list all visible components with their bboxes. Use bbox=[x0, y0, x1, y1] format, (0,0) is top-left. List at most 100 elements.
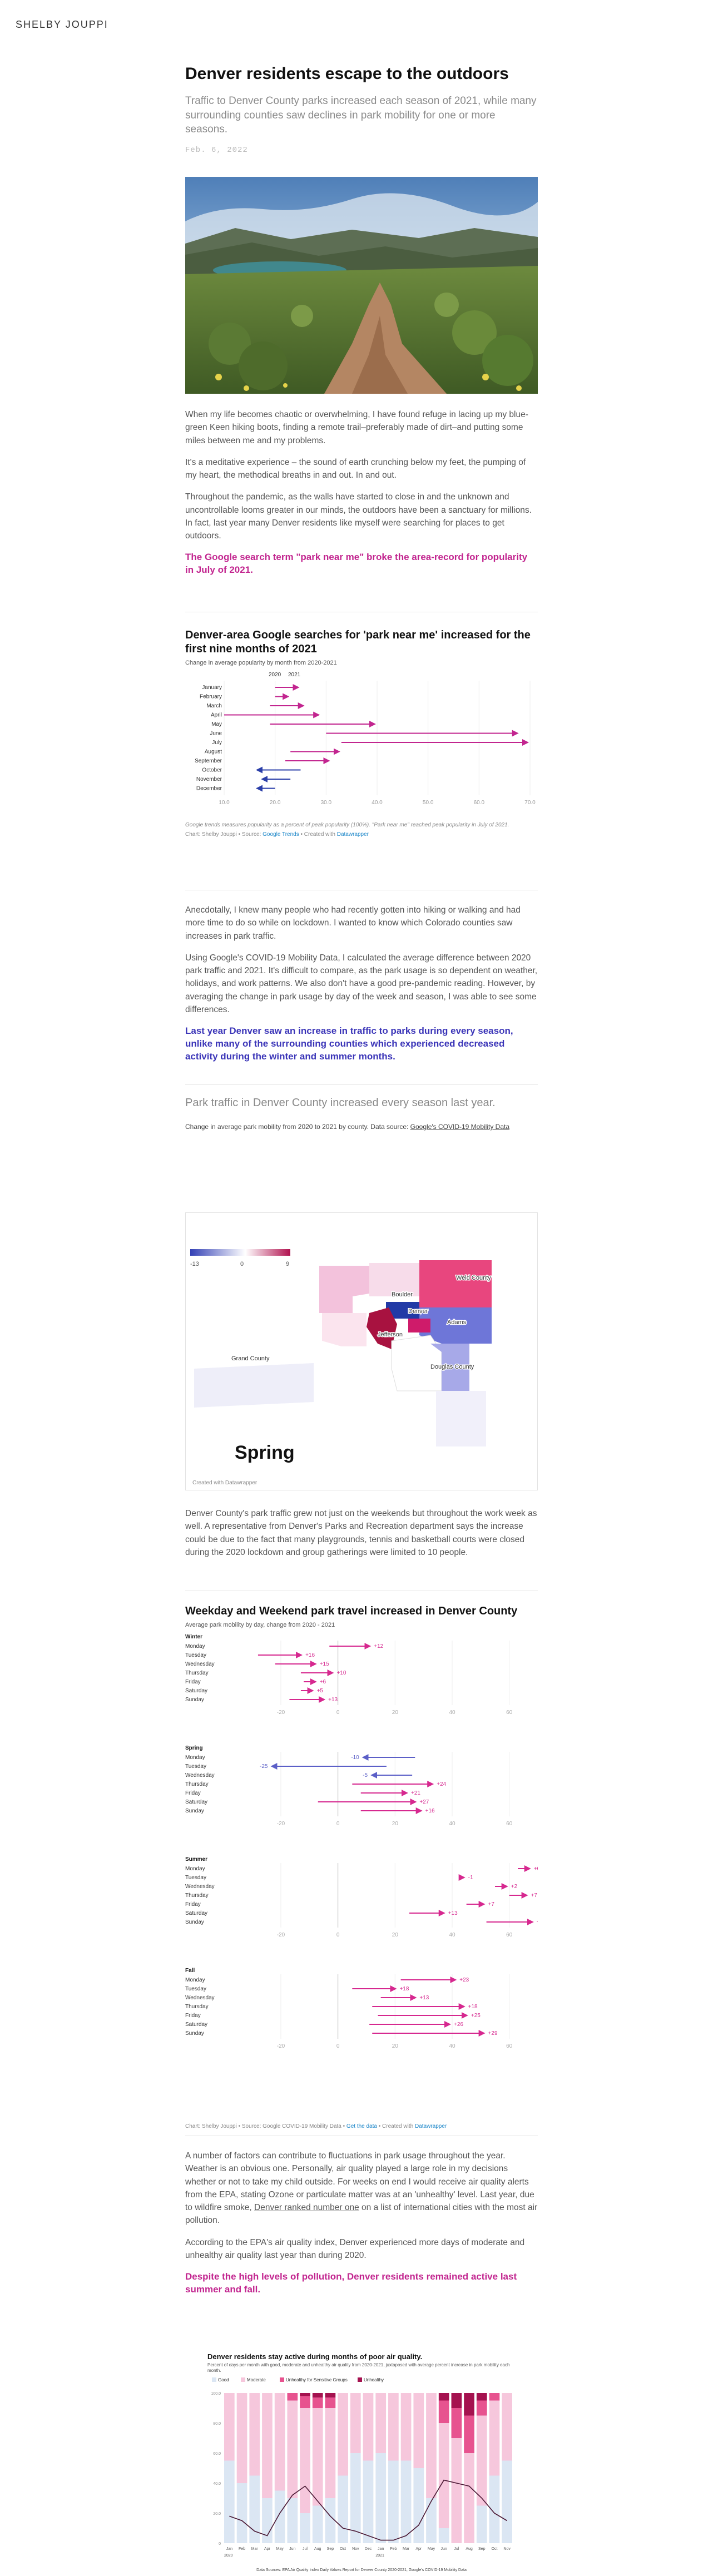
day-label: Saturday bbox=[185, 1910, 207, 1916]
month-label: Dec bbox=[365, 2547, 372, 2551]
month-label: Sep bbox=[327, 2547, 334, 2551]
google-trends-link[interactable]: Google Trends bbox=[263, 831, 299, 838]
datawrapper-link[interactable]: Datawrapper bbox=[337, 831, 369, 838]
body-paragraph: Anecdotally, I knew many people who had … bbox=[185, 905, 521, 941]
bar-segment bbox=[438, 2528, 449, 2543]
value-label: +13 bbox=[419, 1995, 429, 2001]
bar-segment bbox=[287, 2400, 298, 2498]
bar-segment bbox=[426, 2392, 437, 2498]
map-legend-tick: -13 bbox=[190, 1261, 199, 1267]
day-label: Tuesday bbox=[185, 1763, 206, 1770]
county-denver[interactable] bbox=[408, 1319, 430, 1332]
bar-segment bbox=[325, 2498, 336, 2543]
day-label: Tuesday bbox=[185, 1875, 206, 1881]
value-label: +23 bbox=[459, 1977, 469, 1983]
x-tick-label: 20 bbox=[392, 1821, 399, 1827]
trail-landscape-image bbox=[185, 176, 538, 394]
x-tick-label: 40.0 bbox=[372, 800, 383, 806]
x-tick-label: 40 bbox=[449, 2043, 455, 2049]
bar-segment bbox=[350, 2453, 361, 2543]
day-label: Sunday bbox=[185, 1808, 204, 1814]
bar-segment bbox=[502, 2392, 512, 2461]
stacked-bar-line-chart: Good Moderate Unhealthy for Sensitive Grou… bbox=[211, 2377, 512, 2558]
county-shape[interactable] bbox=[436, 1391, 486, 1446]
bar-segment bbox=[489, 2392, 500, 2401]
map-label: Weld County bbox=[456, 1275, 491, 1281]
x-tick-label: 20 bbox=[392, 1710, 399, 1716]
body-paragraph: Using Google's COVID-19 Mobility Data, I… bbox=[185, 953, 538, 1014]
map-label: Grand County bbox=[231, 1355, 270, 1362]
county-choropleth-map: -13 0 9 Grand County Boulder Weld County… bbox=[190, 1249, 492, 1486]
county-shape[interactable] bbox=[322, 1313, 367, 1346]
panel-title: Fall bbox=[185, 1968, 195, 1974]
value-label: +6 bbox=[534, 1866, 538, 1872]
month-label: Oct bbox=[492, 2547, 498, 2551]
bar-segment bbox=[287, 2392, 298, 2401]
value-label: +5 bbox=[317, 1688, 324, 1694]
bar-segment bbox=[363, 2392, 374, 2461]
section-subtitle: Change in average park mobility from 202… bbox=[185, 1123, 510, 1131]
x-tick-label: 10.0 bbox=[219, 800, 230, 806]
get-data-link[interactable]: Get the data bbox=[346, 2123, 377, 2129]
chart-title: Denver-area Google searches for 'park ne… bbox=[185, 629, 531, 655]
month-label: Nov bbox=[352, 2547, 359, 2551]
chart-credit: Chart: Shelby Jouppi • Source: Google Tr… bbox=[185, 831, 369, 838]
x-tick-label: 60 bbox=[506, 1821, 513, 1827]
x-tick-label: 0 bbox=[336, 1932, 340, 1938]
value-label: +7 bbox=[531, 1893, 538, 1899]
day-label: Saturday bbox=[185, 2022, 207, 2028]
month-label: February bbox=[200, 694, 222, 700]
value-label: +2 bbox=[511, 1884, 518, 1890]
month-label: Jan bbox=[226, 2547, 232, 2551]
month-label: Aug bbox=[466, 2547, 473, 2551]
month-label: Jun bbox=[441, 2547, 447, 2551]
value-label: +24 bbox=[437, 1781, 446, 1787]
chart-credit: Chart: Shelby Jouppi • Source: Google CO… bbox=[185, 2123, 447, 2129]
map-label: Boulder bbox=[392, 1291, 413, 1298]
bar-segment bbox=[438, 2423, 449, 2528]
day-label: Thursday bbox=[185, 2004, 209, 2010]
bar-segment bbox=[338, 2475, 348, 2543]
section-divider bbox=[185, 1084, 538, 1085]
month-label: Nov bbox=[503, 2547, 511, 2551]
bar-segment bbox=[438, 2392, 449, 2401]
datawrapper-link[interactable]: Datawrapper bbox=[415, 2123, 447, 2129]
x-tick-label: 60 bbox=[506, 1932, 513, 1938]
month-label: October bbox=[202, 767, 222, 774]
bar-segment bbox=[312, 2397, 323, 2408]
legend-label: Moderate bbox=[247, 2377, 266, 2382]
x-tick-label: 20 bbox=[392, 1932, 399, 1938]
denver-ranked-link[interactable]: Denver ranked number one bbox=[254, 2203, 359, 2212]
value-label: +26 bbox=[454, 2022, 463, 2028]
value-label: -1 bbox=[468, 1875, 473, 1881]
day-label: Friday bbox=[185, 2013, 201, 2019]
hero-photo bbox=[185, 176, 538, 394]
county-weld[interactable] bbox=[419, 1260, 492, 1307]
day-label: Saturday bbox=[185, 1688, 207, 1694]
y-tick-label: 100.0 bbox=[211, 2392, 221, 2396]
month-label: Apr bbox=[264, 2547, 271, 2551]
bar-segment bbox=[325, 2392, 336, 2397]
y-tick-label: 0 bbox=[219, 2542, 221, 2546]
county-grand[interactable] bbox=[194, 1363, 314, 1408]
county-shape[interactable] bbox=[319, 1266, 369, 1313]
legend-label: Good bbox=[218, 2377, 229, 2382]
site-logo[interactable]: SHELBY JOUPPI bbox=[16, 19, 108, 31]
bar-segment bbox=[236, 2483, 247, 2543]
day-label: Thursday bbox=[185, 1670, 209, 1676]
x-tick-label: 20.0 bbox=[270, 800, 281, 806]
day-label: Wednesday bbox=[185, 1661, 215, 1667]
value-label: +29 bbox=[488, 2030, 498, 2037]
bar-segment bbox=[312, 2505, 323, 2543]
month-label: Aug bbox=[314, 2547, 321, 2551]
legend-swatch bbox=[212, 2377, 216, 2382]
y-tick-label: 80.0 bbox=[213, 2422, 221, 2426]
x-tick-label: 0 bbox=[336, 1821, 340, 1827]
mobility-data-link[interactable]: Google's COVID-19 Mobility Data bbox=[410, 1123, 509, 1131]
value-label: +7 bbox=[488, 1901, 495, 1908]
bar-segment bbox=[413, 2392, 424, 2468]
month-label: May bbox=[276, 2547, 284, 2551]
value-label: +13 bbox=[328, 1697, 338, 1703]
x-tick-label: 20 bbox=[392, 2043, 399, 2049]
bar-segment bbox=[388, 2460, 399, 2543]
